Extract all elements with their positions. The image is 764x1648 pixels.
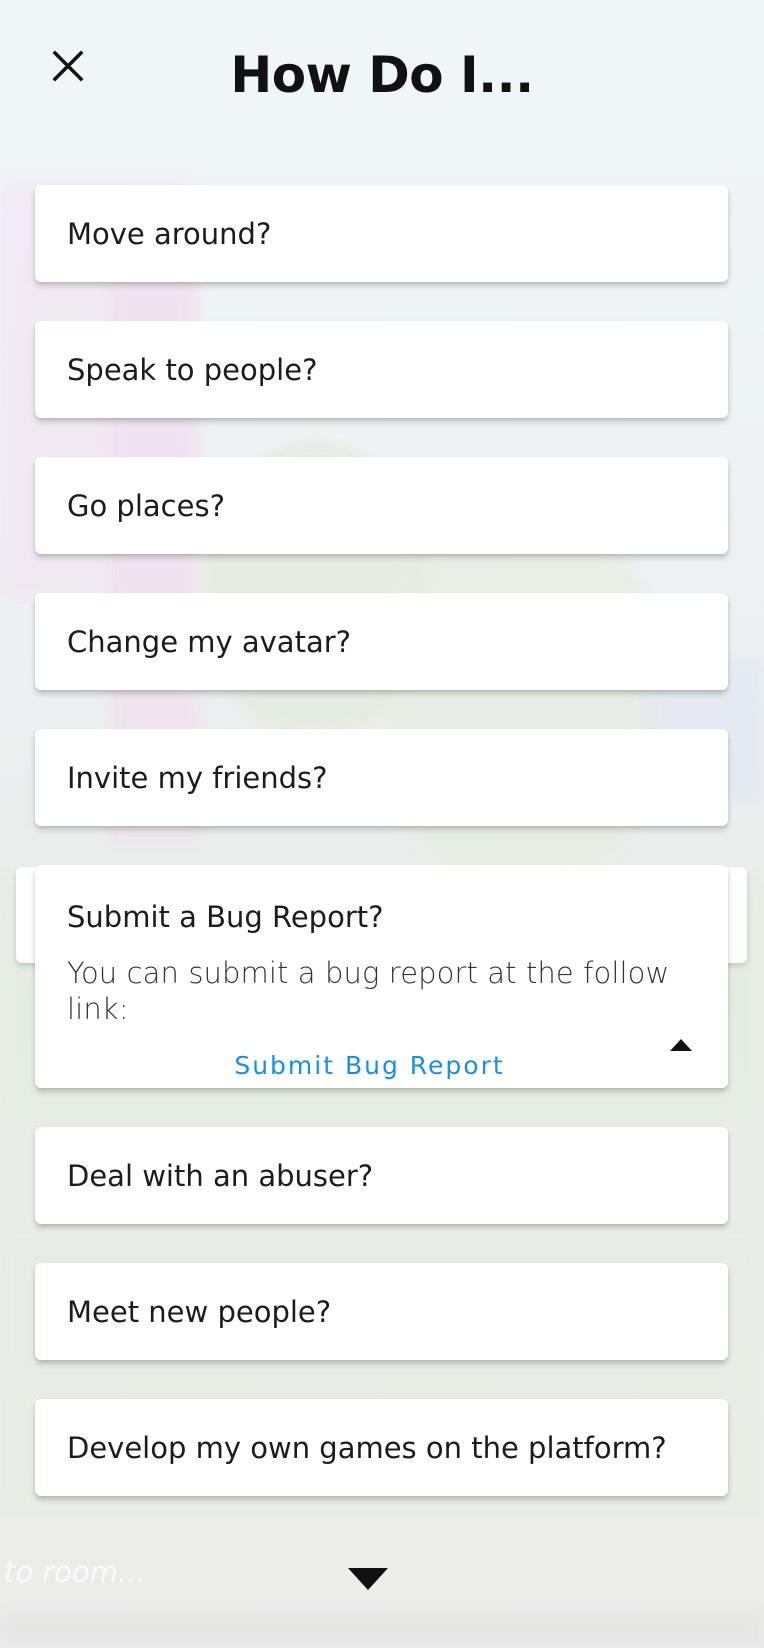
faq-item-deal-with-abuser[interactable]: Deal with an abuser?: [35, 1127, 728, 1224]
caret-up-icon: [670, 1039, 692, 1051]
faq-item-label: Change my avatar?: [67, 624, 352, 659]
faq-answer-text: You can submit a bug report at the follo…: [67, 956, 670, 1026]
header: How Do I...: [0, 0, 764, 160]
faq-item-bug-report-expanded[interactable]: Submit a Bug Report? You can submit a bu…: [35, 865, 728, 1088]
background-hint-text: to room...: [4, 1555, 146, 1589]
bg-shape: [0, 1610, 764, 1648]
caret-down-icon: [348, 1568, 388, 1590]
faq-item-speak-to-people[interactable]: Speak to people?: [35, 321, 728, 418]
faq-item-label: Develop my own games on the platform?: [67, 1430, 667, 1465]
faq-item-label: Move around?: [67, 216, 272, 251]
faq-item-move-around[interactable]: Move around?: [35, 185, 728, 282]
faq-list: Move around? Speak to people? Go places?…: [35, 185, 728, 1535]
faq-item-label: Meet new people?: [67, 1294, 332, 1329]
faq-item-go-places[interactable]: Go places?: [35, 457, 728, 554]
submit-bug-report-link[interactable]: Submit Bug Report: [67, 1051, 692, 1080]
faq-item-label: Submit a Bug Report?: [67, 900, 384, 934]
page-title: How Do I...: [230, 46, 534, 104]
faq-item-change-avatar[interactable]: Change my avatar?: [35, 593, 728, 690]
faq-item-label: Deal with an abuser?: [67, 1158, 374, 1193]
faq-item-label: Go places?: [67, 488, 225, 523]
faq-item-invite-friends[interactable]: Invite my friends?: [35, 729, 728, 826]
faq-item-develop-games[interactable]: Develop my own games on the platform?: [35, 1399, 728, 1496]
faq-item-label: Invite my friends?: [67, 760, 328, 795]
scroll-down-button[interactable]: [347, 1567, 389, 1591]
faq-item-meet-new-people[interactable]: Meet new people?: [35, 1263, 728, 1360]
faq-item-label: Speak to people?: [67, 352, 318, 387]
collapse-button[interactable]: [669, 1038, 693, 1052]
